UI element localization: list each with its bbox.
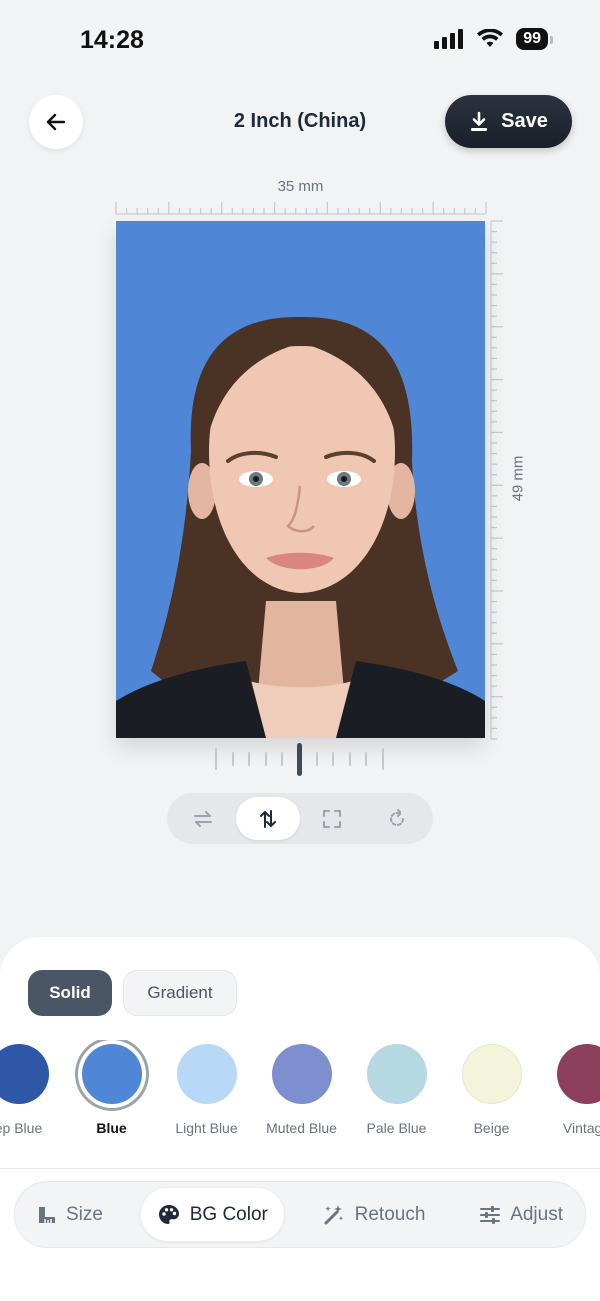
- rotation-dial[interactable]: [196, 740, 408, 780]
- color-dot: [461, 1044, 522, 1104]
- swatch-label: ep Blue: [0, 1120, 43, 1136]
- swatch-light-blue[interactable]: Light Blue: [159, 1040, 254, 1136]
- divider: [0, 1168, 600, 1169]
- color-swatch-list: ep Blue Blue Light Blue Muted Blue Pale …: [0, 1040, 600, 1140]
- color-dot: [81, 1044, 142, 1104]
- swatch-vintage[interactable]: Vintage: [539, 1040, 600, 1136]
- swatch-muted-blue[interactable]: Muted Blue: [254, 1040, 349, 1136]
- fit-button[interactable]: [300, 797, 364, 840]
- photo-preview[interactable]: [116, 221, 485, 738]
- save-button[interactable]: Save: [445, 95, 572, 148]
- wifi-icon: [477, 29, 504, 47]
- swatch-label: Blue: [96, 1120, 127, 1136]
- flip-horizontal-button[interactable]: [171, 797, 235, 840]
- transform-toolbar: [167, 793, 433, 844]
- color-dot: [271, 1044, 332, 1104]
- color-dot: [366, 1044, 427, 1104]
- tab-size[interactable]: Size: [21, 1188, 119, 1241]
- tab-adjust-label: Adjust: [510, 1203, 563, 1225]
- swatch-label: Beige: [473, 1120, 510, 1136]
- status-icons: 99: [434, 28, 553, 50]
- swap-vertical-icon: [259, 809, 276, 828]
- swatch-label: Light Blue: [175, 1120, 238, 1136]
- rotate-icon: [389, 808, 404, 826]
- horizontal-ruler: [115, 202, 487, 215]
- cellular-signal-icon: [434, 29, 464, 49]
- swap-horizontal-icon: [194, 810, 213, 827]
- ruler-icon: [39, 1206, 55, 1223]
- tab-bg-color[interactable]: BG Color: [140, 1188, 284, 1241]
- expand-icon: [323, 809, 342, 828]
- solid-mode-button[interactable]: Solid: [28, 970, 112, 1016]
- swatch-label: Pale Blue: [366, 1120, 427, 1136]
- save-label: Save: [501, 110, 548, 132]
- magic-wand-icon: [324, 1204, 343, 1224]
- swatch-deep-blue[interactable]: ep Blue: [0, 1040, 66, 1136]
- battery-indicator: 99: [516, 28, 553, 50]
- color-dot: [556, 1044, 600, 1104]
- color-dot: [0, 1044, 49, 1104]
- portrait-image: [116, 316, 485, 738]
- swatch-label: Muted Blue: [266, 1120, 337, 1136]
- bottom-tab-bar: Size BG Color Retouch Adjust: [14, 1181, 586, 1248]
- vertical-ruler: [490, 220, 503, 740]
- palette-icon: [158, 1204, 179, 1224]
- gradient-mode-button[interactable]: Gradient: [123, 970, 237, 1016]
- tab-retouch[interactable]: Retouch: [306, 1188, 442, 1241]
- tab-adjust[interactable]: Adjust: [463, 1188, 579, 1241]
- swatch-label: Vintage: [562, 1120, 600, 1136]
- tab-bg-color-label: BG Color: [189, 1203, 268, 1225]
- tab-retouch-label: Retouch: [354, 1203, 426, 1225]
- swatch-beige[interactable]: Beige: [444, 1040, 539, 1136]
- reset-button[interactable]: [365, 797, 429, 840]
- color-dot: [176, 1044, 237, 1104]
- sliders-icon: [480, 1205, 501, 1224]
- flip-vertical-button[interactable]: [235, 797, 300, 840]
- width-label: 35 mm: [277, 178, 324, 195]
- swatch-pale-blue[interactable]: Pale Blue: [349, 1040, 444, 1136]
- download-icon: [471, 111, 488, 131]
- height-label: 49 mm: [509, 455, 527, 502]
- tab-size-label: Size: [66, 1203, 103, 1225]
- status-time: 14:28: [80, 26, 144, 54]
- swatch-blue[interactable]: Blue: [64, 1040, 159, 1136]
